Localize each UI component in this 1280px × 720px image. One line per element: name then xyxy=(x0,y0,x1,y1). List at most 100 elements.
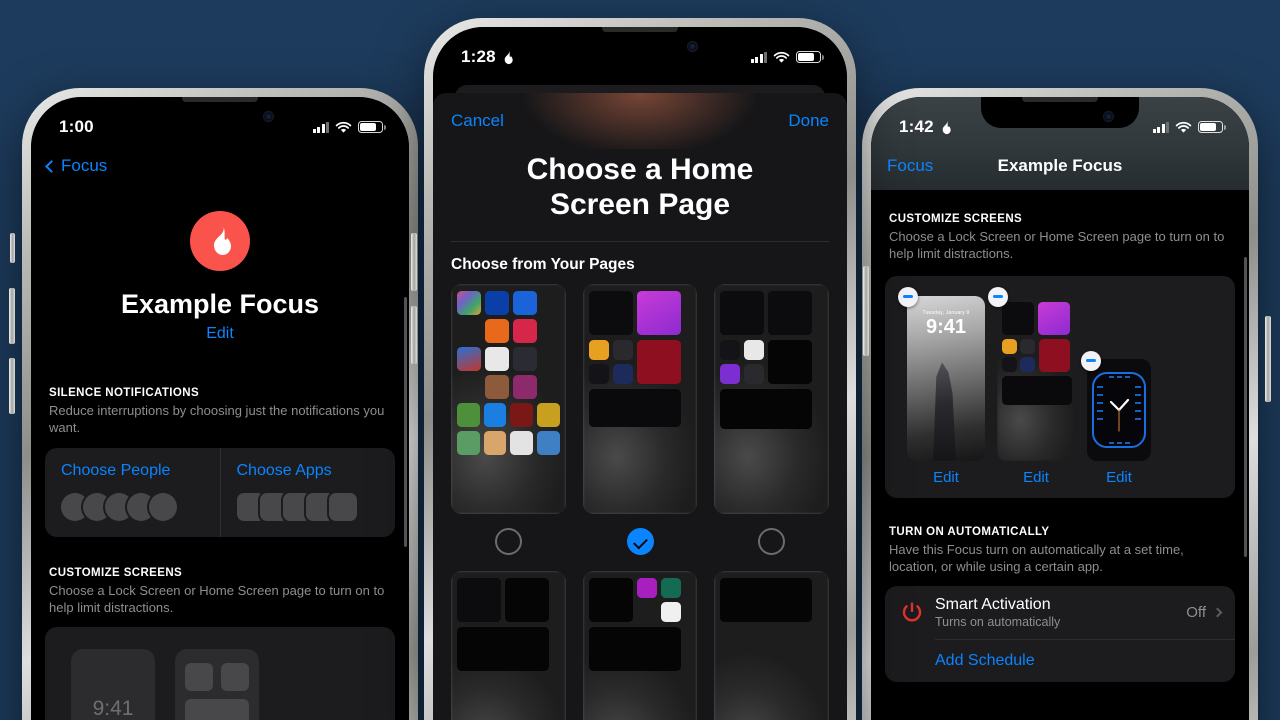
cellular-icon xyxy=(750,51,767,63)
back-label: Focus xyxy=(61,156,108,175)
focus-edit-link[interactable]: Edit xyxy=(31,325,409,343)
battery-icon xyxy=(358,121,386,133)
back-button[interactable]: Focus xyxy=(887,156,933,176)
right-phone-power[interactable] xyxy=(1265,316,1271,402)
page-option-5[interactable] xyxy=(582,571,698,720)
modal-title-line1: Choose a Home xyxy=(526,153,754,186)
focus-header: Example Focus Edit xyxy=(31,197,409,343)
screen-item-watch[interactable]: Edit xyxy=(1081,350,1151,486)
lock-screen-thumbnail[interactable]: Tuesday, January 9 9:41 xyxy=(907,295,985,461)
page-option-6[interactable] xyxy=(714,571,830,720)
page-thumbnail[interactable] xyxy=(714,571,830,720)
widget-donee xyxy=(636,339,681,384)
screenshot-stage: 1:00 Focus Example Focus Edit SILENCE NO… xyxy=(0,0,1280,720)
people-avatars xyxy=(61,492,220,521)
wifi-icon xyxy=(335,121,352,133)
customize-header: CUSTOMIZE SCREENS xyxy=(49,566,183,579)
screen-item-home[interactable]: Edit xyxy=(988,286,1075,486)
modal-title-line2: Screen Page xyxy=(549,187,731,221)
watch-face-art xyxy=(1092,371,1146,448)
placeholder-time: 9:41 xyxy=(92,697,134,720)
widget-timers xyxy=(720,290,765,335)
silence-header: SILENCE NOTIFICATIONS xyxy=(49,387,200,399)
left-navbar: Focus xyxy=(31,143,409,189)
left-phone-volume-down[interactable] xyxy=(9,358,15,414)
center-phone-volume-up[interactable] xyxy=(411,233,417,291)
front-camera-icon xyxy=(687,41,699,52)
smart-activation-value: Off xyxy=(1186,604,1206,622)
left-phone-silent-switch[interactable] xyxy=(10,233,15,263)
pages-row-2 xyxy=(433,571,847,720)
edit-home-screen-link[interactable]: Edit xyxy=(1023,469,1049,486)
page-thumbnail[interactable] xyxy=(451,571,566,720)
page-option-3[interactable] xyxy=(714,283,830,556)
screens-row: Tuesday, January 9 9:41 Edit Edit Edit xyxy=(885,276,1235,498)
app-grid xyxy=(583,571,698,720)
left-phone-volume-up[interactable] xyxy=(9,288,15,344)
remove-home-screen-button[interactable] xyxy=(988,286,1008,307)
page-option-1[interactable] xyxy=(451,283,566,556)
status-time: 1:42 xyxy=(899,117,952,137)
cellular-icon xyxy=(1152,121,1169,133)
wallpaper-tower xyxy=(933,362,956,461)
page-thumbnail[interactable] xyxy=(714,283,830,515)
customize-screens-section: CUSTOMIZE SCREENS Choose a Lock Screen o… xyxy=(871,197,1249,498)
scrollbar[interactable] xyxy=(404,297,407,547)
cellular-icon xyxy=(312,121,329,133)
battery-icon xyxy=(796,51,824,63)
edit-watch-face-link[interactable]: Edit xyxy=(1106,469,1132,486)
choose-from-pages-label: Choose from Your Pages xyxy=(451,255,635,273)
center-phone-screen: 1:28 Cancel Done Choose a Home Screen Pa… xyxy=(433,27,847,720)
home-screen-thumbnail[interactable] xyxy=(997,295,1075,461)
choose-people-cell[interactable]: Choose People xyxy=(45,447,221,537)
left-phone-screen: 1:00 Focus Example Focus Edit SILENCE NO… xyxy=(31,97,409,720)
remove-watch-face-button[interactable] xyxy=(1081,350,1101,371)
page-option-2[interactable] xyxy=(582,283,698,556)
automatic-card: Smart Activation Turns on automatically … xyxy=(885,586,1235,683)
widget-calendar xyxy=(720,388,813,429)
smart-activation-row[interactable]: Smart Activation Turns on automatically … xyxy=(885,586,1235,639)
focus-icon xyxy=(190,211,250,271)
remove-lock-screen-button[interactable] xyxy=(898,286,918,307)
app-grid xyxy=(714,571,829,720)
page-option-4[interactable] xyxy=(451,571,566,720)
page-radio-selected[interactable] xyxy=(626,528,654,556)
screens-card: Tuesday, January 9 9:41 Edit Edit Edit xyxy=(885,275,1235,498)
center-phone-volume-down[interactable] xyxy=(411,306,417,364)
center-phone-power[interactable] xyxy=(863,266,869,356)
focus-name: Example Focus xyxy=(120,289,320,319)
automatic-subtitle: Have this Focus turn on automatically at… xyxy=(889,541,1184,574)
earpiece-speaker xyxy=(1022,97,1098,102)
page-radio[interactable] xyxy=(494,528,522,556)
customize-subtitle: Choose a Lock Screen or Home Screen page… xyxy=(49,582,385,615)
right-navbar: Focus Example Focus xyxy=(871,143,1249,189)
silence-subtitle: Reduce interruptions by choosing just th… xyxy=(49,403,385,436)
scrollbar[interactable] xyxy=(1244,257,1247,557)
page-thumbnail[interactable] xyxy=(451,283,566,515)
smart-activation-title: Smart Activation xyxy=(935,596,1051,614)
choose-people-link[interactable]: Choose People xyxy=(61,462,220,480)
choose-apps-cell[interactable]: Choose Apps xyxy=(221,448,396,537)
choose-apps-link[interactable]: Choose Apps xyxy=(237,462,396,480)
watch-face-thumbnail[interactable] xyxy=(1087,358,1151,461)
left-phone: 1:00 Focus Example Focus Edit SILENCE NO… xyxy=(9,88,431,720)
customize-header: CUSTOMIZE SCREENS xyxy=(889,213,1023,225)
screen-item-lock[interactable]: Tuesday, January 9 9:41 Edit xyxy=(898,286,985,486)
earpiece-speaker xyxy=(182,97,258,102)
app-grid xyxy=(997,296,1075,461)
home-screen-placeholder[interactable] xyxy=(175,649,259,720)
chevron-left-icon xyxy=(45,159,58,173)
add-schedule-link[interactable]: Add Schedule xyxy=(885,640,1235,682)
page-thumbnail[interactable] xyxy=(582,283,698,515)
lock-screen-placeholder[interactable]: 9:41 xyxy=(71,649,155,720)
page-thumbnail[interactable] xyxy=(582,571,698,720)
app-grid xyxy=(451,284,566,514)
back-button[interactable]: Focus xyxy=(45,156,108,176)
page-radio[interactable] xyxy=(758,528,786,556)
right-phone-screen: 1:42 Focus Example Focus CUSTOMIZE SCREE… xyxy=(871,97,1249,720)
done-button[interactable]: Done xyxy=(788,111,829,131)
edit-lock-screen-link[interactable]: Edit xyxy=(933,469,959,486)
turn-on-automatically-section: TURN ON AUTOMATICALLY Have this Focus tu… xyxy=(871,526,1249,683)
focus-flame-icon xyxy=(942,120,951,134)
cancel-button[interactable]: Cancel xyxy=(451,111,504,131)
